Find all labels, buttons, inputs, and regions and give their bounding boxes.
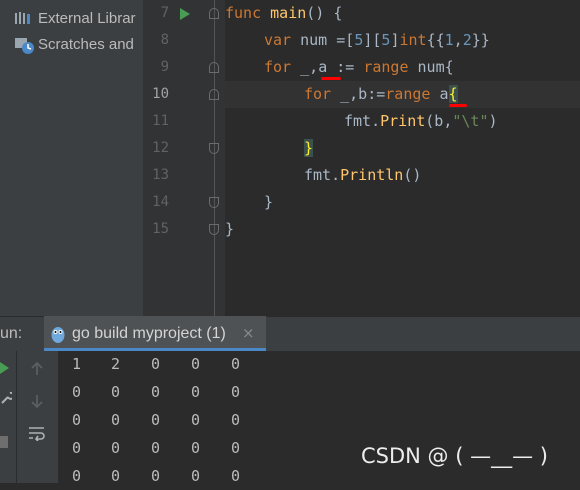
console-value: 0 (111, 467, 121, 485)
line-number: 13 (152, 167, 169, 183)
watermark: CSDN @ ( —__— ) (361, 444, 548, 468)
soft-wrap-icon[interactable] (28, 425, 46, 445)
line-number: 14 (152, 194, 169, 210)
library-icon (14, 10, 36, 26)
fold-marker-icon[interactable] (209, 62, 219, 73)
console-value: 0 (191, 439, 201, 457)
console-value: 1 (72, 355, 82, 373)
line-number-current: 10 (152, 86, 169, 102)
line-number: 15 (152, 221, 169, 237)
error-underline (321, 77, 341, 80)
fold-marker-icon[interactable] (209, 224, 219, 235)
line-number: 11 (152, 113, 169, 129)
fold-marker-icon[interactable] (209, 143, 219, 154)
code-line-15: } (225, 220, 235, 238)
line-number: 8 (160, 32, 169, 48)
sidebar-item-scratches[interactable]: Scratches and (14, 32, 134, 56)
scratches-icon (14, 36, 36, 54)
fold-guide (214, 0, 215, 316)
console-value: 0 (151, 355, 161, 373)
console-value: 0 (151, 383, 161, 401)
fold-marker-icon[interactable] (209, 8, 219, 19)
code-line-14: } (264, 193, 274, 211)
scroll-up-icon[interactable] (29, 361, 45, 381)
console-value: 0 (231, 467, 241, 485)
close-tab-icon[interactable]: × (242, 316, 255, 351)
console-value: 0 (231, 411, 241, 429)
console-value: 0 (72, 439, 82, 457)
fold-marker-icon[interactable] (209, 197, 219, 208)
code-line-10: for _,b:=range a{ (304, 85, 458, 103)
console-value: 0 (191, 355, 201, 373)
console-value: 2 (111, 355, 121, 373)
console-value: 0 (191, 411, 201, 429)
sidebar-item-label: External Librar (38, 9, 136, 27)
gopher-icon (50, 324, 66, 348)
console-value: 0 (191, 383, 201, 401)
fold-marker-icon[interactable] (209, 89, 219, 100)
console-value: 0 (111, 411, 121, 429)
code-line-12: } (304, 139, 314, 157)
console-value: 0 (72, 383, 82, 401)
console-value: 0 (151, 467, 161, 485)
scroll-down-icon[interactable] (29, 393, 45, 413)
run-panel-label: un: (0, 325, 23, 342)
line-number: 12 (152, 140, 169, 156)
code-line-8: var num =[5][5]int{{1,2}} (264, 31, 490, 49)
run-tab-label: go build myproject (1) (72, 325, 226, 342)
console-value: 0 (151, 439, 161, 457)
code-line-7: func main() { (225, 4, 343, 22)
console-value: 0 (191, 467, 201, 485)
console-value: 0 (111, 439, 121, 457)
sidebar-item-label: Scratches and (38, 35, 134, 53)
console-value: 0 (231, 439, 241, 457)
console-value: 0 (72, 467, 82, 485)
line-number: 9 (160, 59, 169, 75)
console-value: 0 (72, 411, 82, 429)
error-underline (449, 104, 467, 107)
console-value: 0 (231, 355, 241, 373)
line-number: 7 (160, 5, 169, 21)
code-line-11: fmt.Print(b,"\t") (344, 112, 498, 130)
wrench-icon[interactable] (0, 390, 15, 409)
stop-icon[interactable] (0, 433, 8, 452)
toolbar-divider (16, 351, 17, 483)
sidebar-item-external-libraries[interactable]: External Librar (14, 6, 136, 30)
code-line-13: fmt.Println() (304, 166, 422, 184)
code-line-9: for _,a := range num{ (264, 58, 454, 76)
console-value: 0 (151, 411, 161, 429)
console-value: 0 (231, 383, 241, 401)
rerun-icon[interactable] (0, 360, 10, 379)
console-value: 0 (111, 383, 121, 401)
run-main-icon[interactable] (179, 6, 191, 25)
